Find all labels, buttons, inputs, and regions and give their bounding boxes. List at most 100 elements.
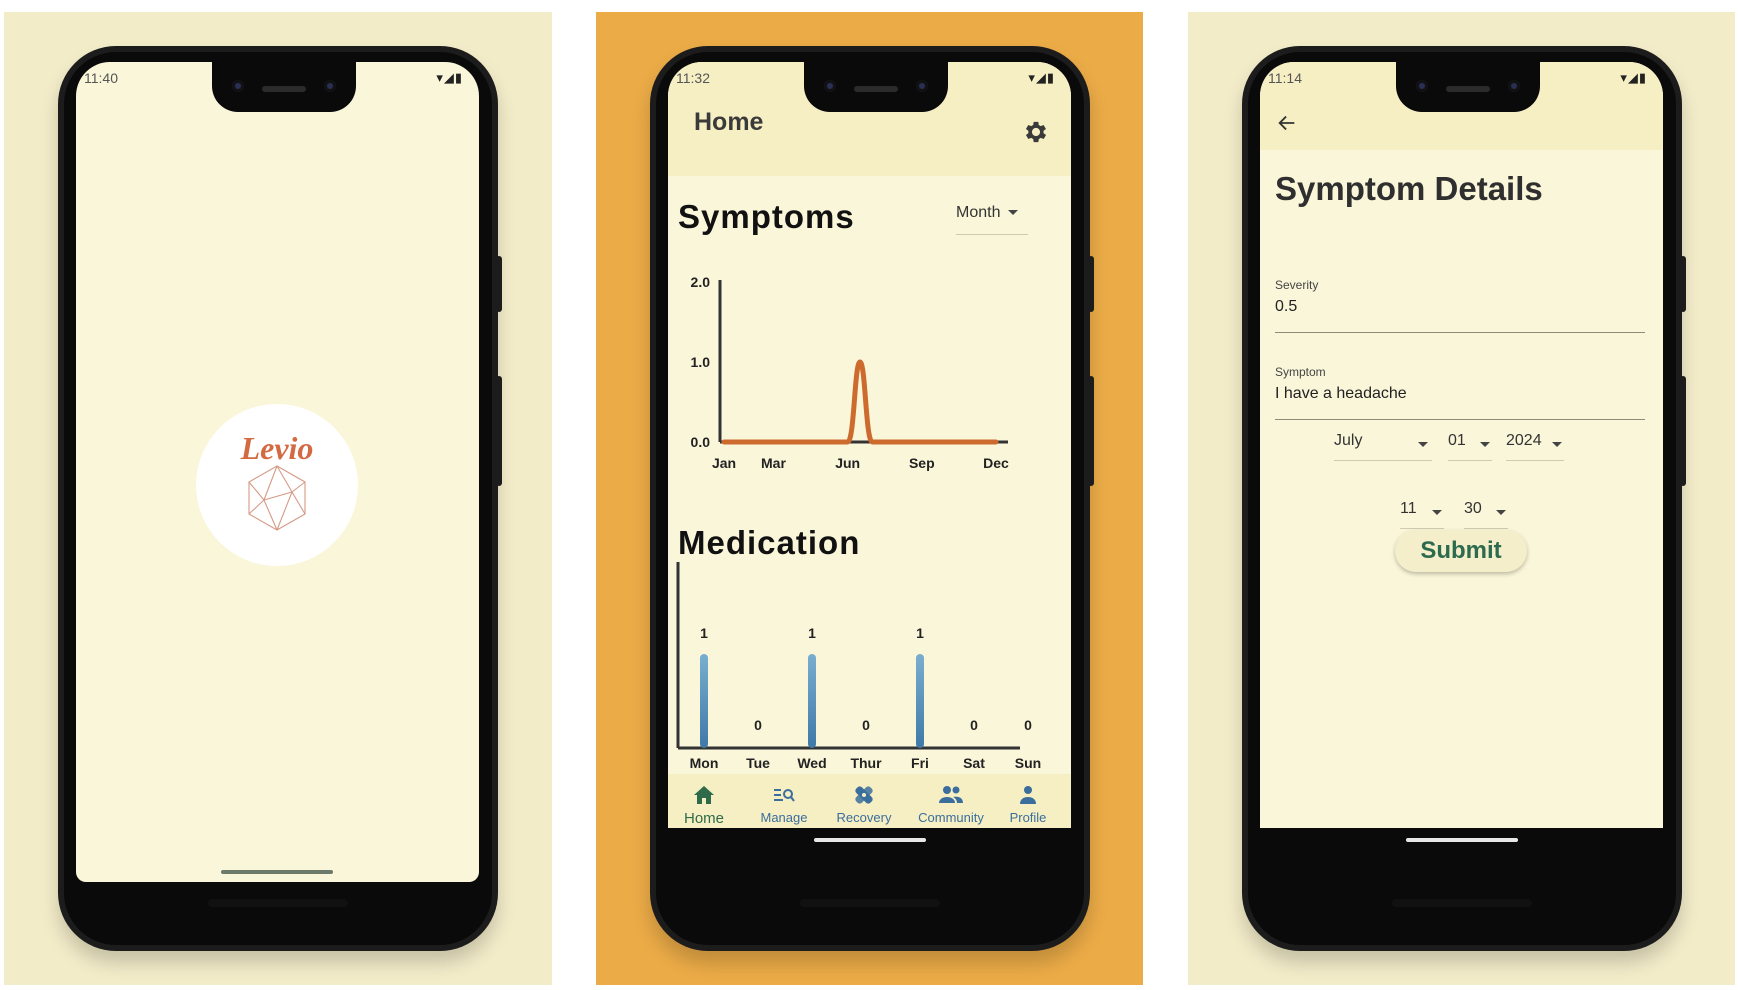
y-tick-label: 2.0 (691, 274, 711, 290)
side-button (1088, 376, 1094, 486)
x-tick-label: Wed (797, 755, 826, 771)
gesture-bar[interactable] (221, 870, 333, 874)
splash-screen: 11:40 ▾◢▮ Levio (76, 62, 479, 882)
medication-bar-chart: 1 Mon 0 Tue 1 Wed 0 Thur 1 Fri 0 Sat 0 Sun (676, 562, 1041, 771)
year-dropdown[interactable]: 2024 (1506, 432, 1564, 461)
submit-button[interactable]: Submit (1395, 530, 1527, 572)
hour-dropdown[interactable]: 11 (1400, 500, 1444, 529)
x-tick-label: Mar (761, 455, 786, 471)
side-button (1680, 376, 1686, 486)
chevron-down-icon (1552, 442, 1562, 447)
home-icon (694, 786, 714, 804)
month-value: July (1334, 432, 1363, 449)
splash-panel: 11:40 ▾◢▮ Levio (4, 12, 552, 985)
gesture-bar[interactable] (1406, 838, 1518, 842)
symptoms-heading: Symptoms (678, 198, 855, 235)
camera-notch (804, 62, 948, 112)
medication-heading: Medication (678, 524, 861, 561)
nav-recovery[interactable]: Recovery (824, 784, 904, 825)
gesture-bar[interactable] (814, 838, 926, 842)
nav-manage[interactable]: Manage (744, 784, 824, 825)
status-icons: ▾◢▮ (1620, 70, 1647, 85)
range-dropdown-value: Month (956, 204, 1001, 221)
symptoms-line-chart: 0.0 1.0 2.0 Jan Mar Jun Sep Dec (691, 274, 1010, 471)
range-dropdown[interactable]: Month (956, 204, 1028, 235)
page-title: Home (694, 108, 764, 136)
x-tick-label: Fri (911, 755, 929, 771)
x-tick-label: Dec (983, 455, 1009, 471)
system-nav-bar (668, 828, 1071, 852)
symptom-label: Symptom (1275, 365, 1326, 379)
chevron-down-icon (1432, 510, 1442, 515)
back-arrow-icon[interactable] (1276, 112, 1298, 134)
page-title: Symptom Details (1275, 170, 1543, 207)
bar-value-label: 1 (700, 625, 708, 641)
nav-community[interactable]: Community (908, 784, 994, 825)
month-dropdown[interactable]: July (1334, 432, 1432, 461)
camera-notch (212, 62, 356, 112)
bar-value-label: 0 (1024, 717, 1032, 733)
side-button (1088, 256, 1094, 312)
details-panel: 11:14 ▾◢▮ Symptom Details Severity 0.5 S… (1188, 12, 1735, 985)
symptom-value[interactable]: I have a headache (1275, 385, 1645, 403)
severity-field[interactable]: Severity 0.5 (1275, 278, 1645, 333)
logo-wordmark: Levio (240, 430, 314, 466)
bandage-icon (855, 786, 873, 804)
medication-bar (808, 654, 816, 748)
geometric-logo-icon (248, 465, 306, 531)
phone-frame: 11:40 ▾◢▮ Levio (58, 46, 502, 951)
bar-value-label: 1 (916, 625, 924, 641)
person-icon (1020, 786, 1036, 804)
chevron-down-icon (1008, 210, 1019, 216)
y-tick-label: 0.0 (691, 434, 711, 450)
x-tick-label: Jan (712, 455, 736, 471)
x-tick-label: Sun (1015, 755, 1041, 771)
nav-home[interactable]: Home (668, 784, 744, 827)
people-icon (939, 786, 963, 803)
side-button (496, 376, 502, 486)
phone-speaker (800, 899, 940, 907)
status-icons: ▾◢▮ (1028, 70, 1055, 85)
side-button (496, 256, 502, 312)
status-time: 11:40 (84, 70, 118, 86)
phone-speaker (208, 899, 348, 907)
status-time: 11:32 (676, 70, 710, 86)
app-logo: Levio (196, 404, 358, 566)
gear-icon[interactable] (1022, 118, 1050, 146)
nav-label: Profile (1009, 810, 1047, 825)
x-tick-label: Tue (746, 755, 770, 771)
status-time: 11:14 (1268, 70, 1302, 86)
system-nav-bar (1260, 828, 1663, 852)
medication-bar (700, 654, 708, 748)
home-screen: Home 11:32 ▾◢▮ Symptoms Month 0.0 1.0 2.0 J… (668, 62, 1071, 852)
phone-frame: 11:14 ▾◢▮ Symptom Details Severity 0.5 S… (1242, 46, 1686, 951)
phone-frame: Home 11:32 ▾◢▮ Symptoms Month 0.0 1.0 2.0 J… (650, 46, 1094, 951)
nav-label: Recovery (836, 810, 892, 825)
x-tick-label: Sat (963, 755, 985, 771)
hour-value: 11 (1400, 500, 1417, 517)
symptom-field[interactable]: Symptom I have a headache (1275, 365, 1645, 420)
nav-label: Manage (760, 810, 808, 825)
y-tick-label: 1.0 (691, 354, 711, 370)
manage-search-icon (774, 789, 795, 802)
x-tick-label: Mon (690, 755, 719, 771)
day-value: 01 (1448, 432, 1466, 449)
severity-value[interactable]: 0.5 (1275, 298, 1645, 316)
medication-bar (916, 654, 924, 748)
nav-label: Home (683, 810, 724, 827)
chevron-down-icon (1418, 442, 1428, 447)
severity-label: Severity (1275, 278, 1319, 292)
nav-profile[interactable]: Profile (988, 784, 1068, 825)
bar-value-label: 0 (970, 717, 978, 733)
minute-dropdown[interactable]: 30 (1464, 500, 1508, 529)
x-tick-label: Jun (835, 455, 860, 471)
chevron-down-icon (1480, 442, 1490, 447)
camera-notch (1396, 62, 1540, 112)
nav-label: Community (918, 810, 984, 825)
status-icons: ▾◢▮ (436, 70, 463, 85)
x-tick-label: Sep (909, 455, 935, 471)
symptom-series-line (721, 359, 999, 445)
side-button (1680, 256, 1686, 312)
day-dropdown[interactable]: 01 (1448, 432, 1492, 461)
chevron-down-icon (1496, 510, 1506, 515)
